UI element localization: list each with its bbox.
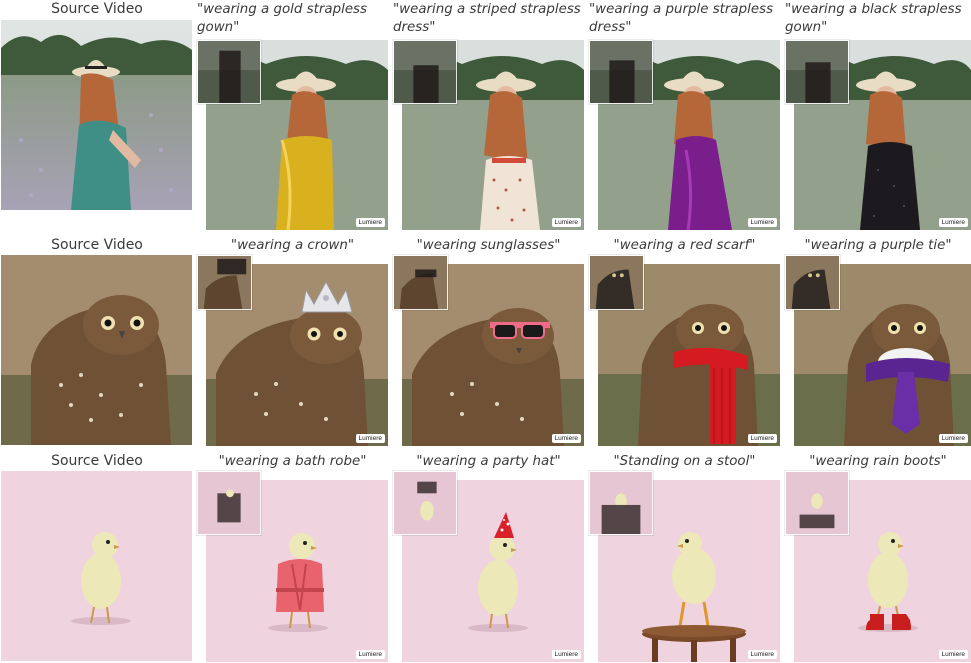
row2-prompt-3: "wearing a red scarf" [613, 238, 756, 253]
watermark-badge: Lumiere [938, 650, 968, 659]
row3-source-frame [1, 471, 192, 661]
row3-edit-2-mask [393, 471, 457, 535]
row2-prompt-4: "wearing a purple tie" [804, 238, 952, 253]
row1-source-frame [1, 20, 192, 210]
row1-edit-3-mask [589, 40, 653, 104]
watermark-badge: Lumiere [938, 434, 968, 443]
row1-prompt-4: "wearing a black strapless gown" [785, 2, 962, 35]
row1-prompt-3: "wearing a purple strapless dress" [589, 2, 774, 35]
row2-edit-2-mask [393, 255, 448, 310]
row1-prompt-1: "wearing a gold strapless gown" [197, 2, 368, 35]
watermark-badge: Lumiere [551, 218, 581, 227]
row2-edit-3-mask [589, 255, 644, 310]
row2-edit-1-mask [197, 255, 252, 310]
watermark-badge: Lumiere [551, 650, 581, 659]
row1-prompt-2: "wearing a striped strapless dress" [393, 2, 581, 35]
row3-edit-3-mask [589, 471, 653, 535]
watermark-badge: Lumiere [938, 218, 968, 227]
row2-source-frame [1, 255, 192, 445]
row3-source-label: Source Video [51, 453, 143, 469]
row3-prompt-1: "wearing a bath robe" [218, 454, 367, 469]
watermark-badge: Lumiere [355, 434, 385, 443]
row3-prompt-3: "Standing on a stool" [613, 454, 756, 469]
watermark-badge: Lumiere [747, 218, 777, 227]
row2-source-label: Source Video [51, 237, 143, 253]
row3-edit-1-mask [197, 471, 261, 535]
row1-edit-2-mask [393, 40, 457, 104]
row2-prompt-2: "wearing sunglasses" [416, 238, 561, 253]
row1-edit-1-mask [197, 40, 261, 104]
watermark-badge: Lumiere [747, 434, 777, 443]
row2-prompt-1: "wearing a crown" [230, 238, 355, 253]
watermark-badge: Lumiere [355, 218, 385, 227]
row2-edit-4-mask [785, 255, 840, 310]
row3-edit-4-mask [785, 471, 849, 535]
watermark-badge: Lumiere [355, 650, 385, 659]
row3-prompt-2: "wearing a party hat" [416, 454, 561, 469]
row1-edit-4-mask [785, 40, 849, 104]
row3-prompt-4: "wearing rain boots" [809, 454, 947, 469]
row1-source-label: Source Video [51, 1, 143, 17]
watermark-badge: Lumiere [551, 434, 581, 443]
watermark-badge: Lumiere [747, 650, 777, 659]
